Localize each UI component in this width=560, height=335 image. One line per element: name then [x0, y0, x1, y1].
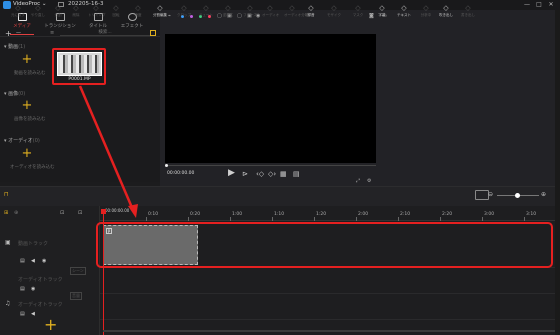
arrow-head — [128, 204, 138, 218]
arrow-shaft — [78, 85, 135, 211]
annotation-arrow — [78, 85, 138, 218]
